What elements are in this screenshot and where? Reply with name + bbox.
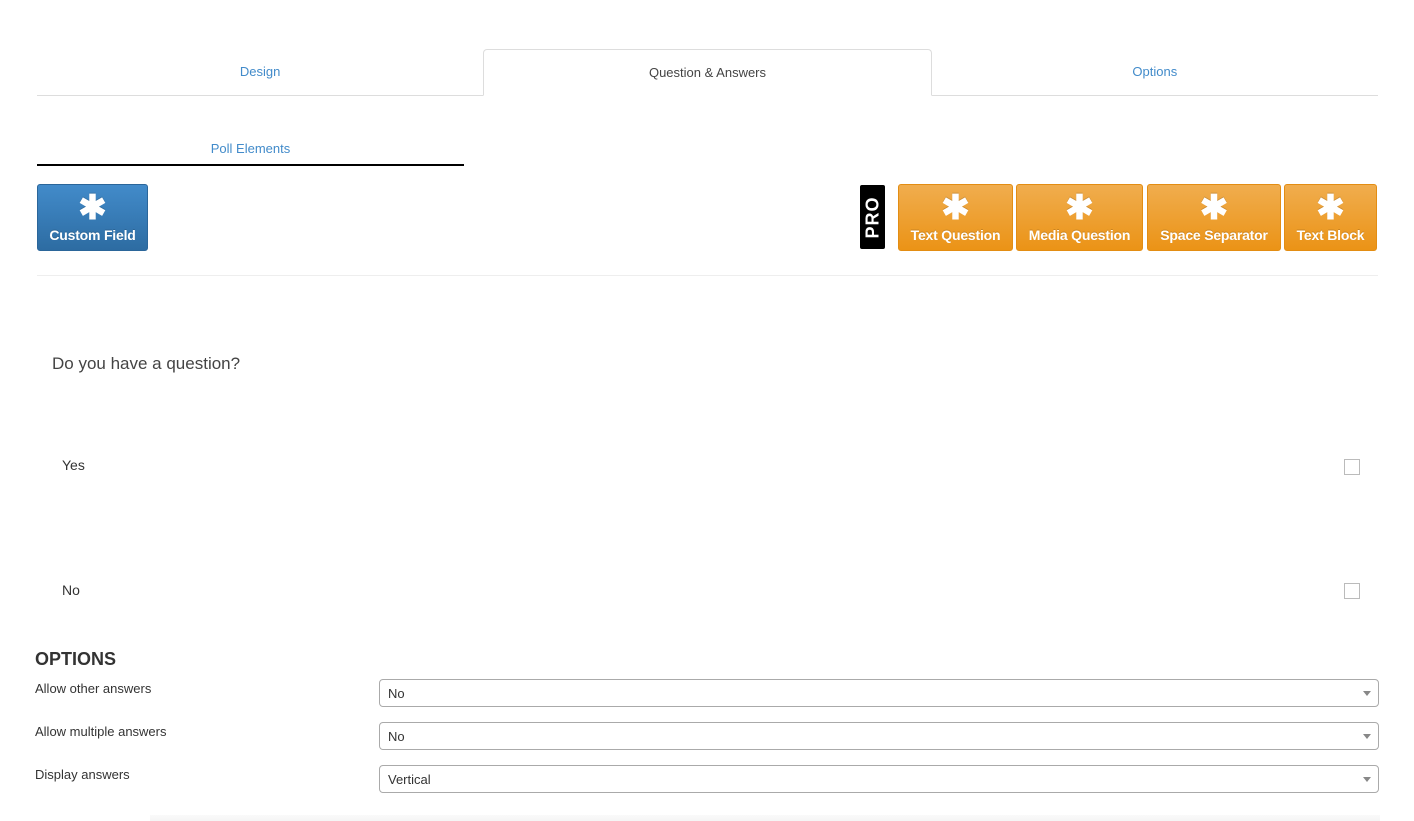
poll-question[interactable]: Do you have a question? — [52, 354, 240, 374]
options-heading: OPTIONS — [35, 649, 117, 669]
allow-multiple-answers-label: Allow multiple answers — [35, 724, 167, 739]
text-question-button[interactable]: ✱ Text Question — [898, 184, 1013, 251]
divider — [37, 275, 1378, 276]
footer-shade — [150, 815, 1380, 821]
display-answers-label: Display answers — [35, 767, 130, 782]
display-answers-value: Vertical — [388, 772, 431, 787]
text-block-button[interactable]: ✱ Text Block — [1284, 184, 1377, 251]
space-separator-button[interactable]: ✱ Space Separator — [1147, 184, 1281, 251]
display-answers-select[interactable]: Vertical — [379, 765, 1379, 793]
chevron-down-icon — [1363, 734, 1371, 739]
allow-multiple-answers-value: No — [388, 729, 405, 744]
tab-poll-elements[interactable]: Poll Elements — [37, 136, 464, 166]
media-question-label: Media Question — [1028, 227, 1131, 243]
allow-multiple-answers-select[interactable]: No — [379, 722, 1379, 750]
tab-question-answers[interactable]: Question & Answers — [483, 49, 932, 96]
tab-design[interactable]: Design — [37, 49, 483, 96]
custom-field-button[interactable]: ✱ Custom Field — [37, 184, 148, 251]
asterisk-icon: ✱ — [1199, 189, 1229, 227]
asterisk-icon: ✱ — [941, 189, 970, 227]
chevron-down-icon — [1363, 777, 1371, 782]
media-question-button[interactable]: ✱ Media Question — [1016, 184, 1143, 251]
answer-label-no[interactable]: No — [62, 582, 80, 598]
allow-other-answers-value: No — [388, 686, 405, 701]
answer-checkbox-no[interactable] — [1344, 583, 1360, 599]
asterisk-icon: ✱ — [1065, 189, 1094, 227]
tab-options[interactable]: Options — [932, 49, 1378, 96]
text-block-label: Text Block — [1296, 227, 1365, 243]
allow-other-answers-label: Allow other answers — [35, 681, 152, 696]
custom-field-label: Custom Field — [49, 227, 136, 243]
main-tabs: Design Question & Answers Options — [37, 49, 1378, 96]
space-separator-label: Space Separator — [1160, 227, 1268, 243]
asterisk-icon: ✱ — [78, 189, 107, 227]
chevron-down-icon — [1363, 691, 1371, 696]
answer-label-yes[interactable]: Yes — [62, 457, 85, 473]
allow-other-answers-select[interactable]: No — [379, 679, 1379, 707]
pro-badge: PRO — [860, 185, 885, 249]
asterisk-icon: ✱ — [1316, 189, 1345, 227]
text-question-label: Text Question — [910, 227, 1001, 243]
answer-checkbox-yes[interactable] — [1344, 459, 1360, 475]
